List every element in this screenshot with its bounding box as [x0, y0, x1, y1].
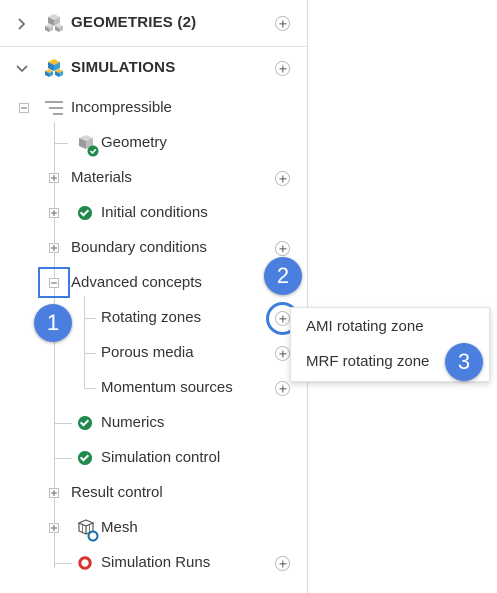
add-geometry-button[interactable] — [275, 16, 290, 31]
divider — [0, 46, 307, 47]
tree-item-rotating-zones[interactable]: Rotating zones — [101, 308, 201, 328]
tree-item-porous-media[interactable]: Porous media — [101, 343, 194, 363]
tree-line — [84, 388, 96, 389]
tree-item-boundary-conditions[interactable]: Boundary conditions — [71, 238, 207, 258]
check-icon — [78, 416, 92, 430]
analysis-type-icon — [45, 101, 63, 115]
mesh-icon — [77, 519, 99, 542]
step-badge-2: 2 — [264, 257, 302, 295]
simulations-header[interactable]: SIMULATIONS — [71, 58, 175, 78]
menu-item-ami-rotating-zone[interactable]: AMI rotating zone — [306, 318, 424, 335]
tree-item-initial-conditions[interactable]: Initial conditions — [101, 203, 208, 223]
tree-item-simulation-control[interactable]: Simulation control — [101, 448, 220, 468]
tree-item-advanced-concepts[interactable]: Advanced concepts — [71, 273, 202, 293]
tree-line — [84, 296, 85, 388]
expand-mesh-toggle[interactable] — [49, 523, 59, 533]
tree-line — [54, 423, 72, 424]
tree-line — [54, 122, 55, 568]
tree-line — [54, 458, 72, 459]
tree-line — [84, 318, 96, 319]
tree-item-simulation-runs[interactable]: Simulation Runs — [101, 553, 210, 573]
check-icon — [78, 206, 92, 220]
simulation-cubes-icon — [45, 59, 63, 77]
add-simulation-button[interactable] — [275, 61, 290, 76]
tree-item-materials[interactable]: Materials — [71, 168, 132, 188]
geometry-check-icon — [79, 135, 99, 157]
geometry-cubes-icon — [45, 14, 63, 32]
run-status-icon — [78, 556, 92, 570]
add-porous-media-button[interactable] — [275, 346, 290, 361]
collapse-incompressible-toggle[interactable] — [19, 103, 29, 113]
tree-line — [84, 353, 96, 354]
tree-line — [54, 143, 68, 144]
geometries-header[interactable]: GEOMETRIES (2) — [71, 13, 196, 33]
chevron-right-icon[interactable] — [15, 17, 29, 31]
check-icon — [78, 451, 92, 465]
tree-item-momentum-sources[interactable]: Momentum sources — [101, 378, 233, 398]
tree-item-result-control[interactable]: Result control — [71, 483, 163, 503]
add-material-button[interactable] — [275, 171, 290, 186]
tree-item-mesh[interactable]: Mesh — [101, 518, 138, 538]
tree-item-incompressible[interactable]: Incompressible — [71, 98, 172, 118]
add-simulation-run-button[interactable] — [275, 556, 290, 571]
tree-item-geometry[interactable]: Geometry — [101, 133, 167, 153]
add-boundary-condition-button[interactable] — [275, 241, 290, 256]
menu-item-mrf-rotating-zone[interactable]: MRF rotating zone — [306, 353, 429, 370]
step-badge-1: 1 — [34, 304, 72, 342]
chevron-down-icon[interactable] — [15, 62, 29, 76]
expand-boundary-conditions-toggle[interactable] — [49, 243, 59, 253]
add-momentum-source-button[interactable] — [275, 381, 290, 396]
tree-item-numerics[interactable]: Numerics — [101, 413, 164, 433]
expand-initial-conditions-toggle[interactable] — [49, 208, 59, 218]
expand-materials-toggle[interactable] — [49, 173, 59, 183]
tree-line — [54, 563, 72, 564]
highlight-box — [38, 267, 70, 298]
step-badge-3: 3 — [445, 343, 483, 381]
expand-result-control-toggle[interactable] — [49, 488, 59, 498]
